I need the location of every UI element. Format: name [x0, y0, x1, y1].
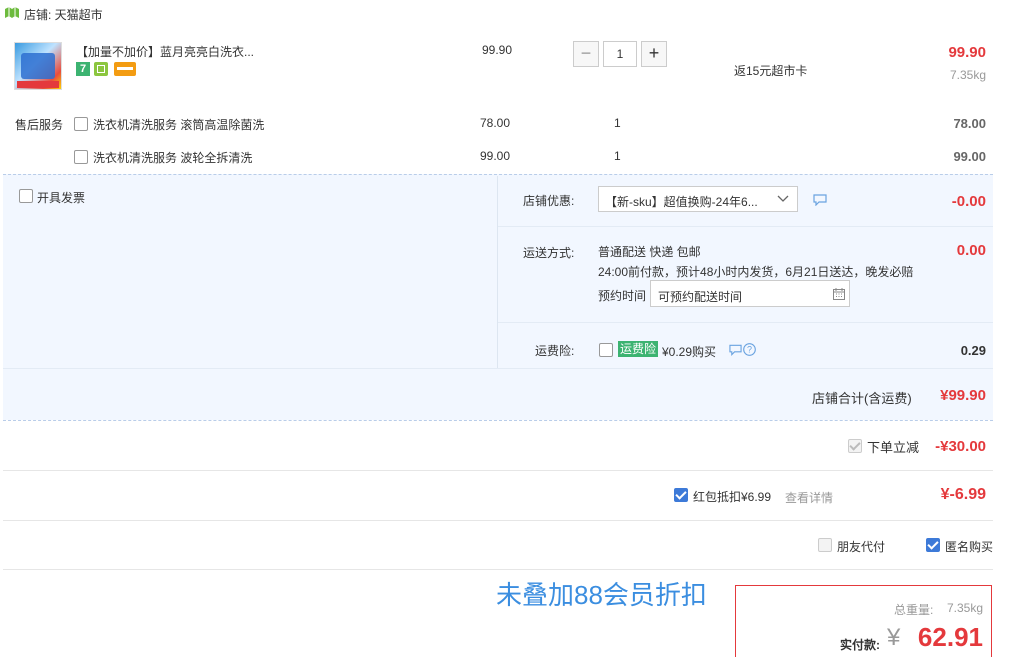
card-icon[interactable]	[114, 62, 136, 76]
redpacket-amount: ¥-6.99	[940, 486, 986, 503]
help-icon[interactable]: ?	[743, 343, 756, 356]
delivery-detail: 24:00前付款，预计48小时内发货，6月21日送达，晚发必赔	[598, 265, 914, 279]
svg-text:?: ?	[747, 345, 752, 355]
discount-select[interactable]: 【新-sku】超值换购-24年6...	[598, 186, 798, 212]
seven-day-return-icon[interactable]: 7	[76, 62, 90, 76]
calendar-icon	[833, 288, 845, 300]
message-icon[interactable]	[813, 194, 827, 206]
product-weight: 7.35kg	[949, 68, 986, 82]
service-checkbox[interactable]	[74, 150, 88, 164]
payment-summary: 总重量: 7.35kg 实付款: ¥ 62.91	[735, 585, 992, 657]
insurance-label: 运费险:	[535, 344, 575, 358]
product-subtotal: 99.90	[948, 44, 986, 61]
delivery-amount: 0.00	[956, 242, 986, 259]
insurance-text: ¥0.29购买	[662, 345, 717, 359]
insurance-tag: 运费险	[618, 341, 659, 357]
appointment-label: 预约时间	[598, 289, 647, 303]
insurance-checkbox[interactable]	[599, 343, 613, 357]
friend-pay-label: 朋友代付	[837, 540, 886, 554]
service-name: 洗衣机清洗服务 滚筒高温除菌洗	[93, 118, 265, 132]
product-unit-price: 99.90	[482, 43, 513, 57]
friend-pay-checkbox[interactable]	[818, 538, 832, 552]
increase-quantity-button[interactable]: +	[641, 41, 667, 67]
product-image[interactable]	[14, 42, 62, 90]
redpacket-checkbox[interactable]	[674, 488, 688, 502]
decrease-quantity-button[interactable]: −	[573, 41, 599, 67]
rebate-text: 返15元超市卡	[734, 64, 808, 78]
invoice-checkbox[interactable]	[19, 189, 33, 203]
product-title[interactable]: 【加量不加价】蓝月亮亮白洗衣...	[76, 43, 254, 60]
service-qty: 1	[614, 116, 621, 130]
services-label: 售后服务	[15, 118, 64, 132]
instant-discount-amount: -¥30.00	[935, 438, 986, 455]
anonymous-checkbox[interactable]	[926, 538, 940, 552]
service-price: 78.00	[480, 116, 511, 130]
pay-currency: ¥	[887, 624, 901, 651]
tmall-shop-icon	[5, 7, 19, 18]
service-total: 78.00	[953, 116, 986, 131]
service-price: 99.00	[480, 149, 511, 163]
pay-label: 实付款:	[840, 638, 880, 652]
shop-total-amount: ¥99.90	[940, 387, 986, 404]
service-checkbox[interactable]	[74, 117, 88, 131]
service-name: 洗衣机清洗服务 波轮全拆清洗	[93, 151, 253, 165]
total-weight-label: 总重量:	[894, 603, 934, 617]
discount-label: 店铺优惠:	[523, 194, 575, 208]
delivery-label: 运送方式:	[523, 246, 575, 260]
shop-total-label: 店铺合计(含运费)	[812, 391, 912, 406]
anonymous-label: 匿名购买	[945, 540, 994, 554]
appointment-placeholder: 可预约配送时间	[658, 290, 743, 304]
message-icon[interactable]	[729, 344, 742, 356]
invoice-label: 开具发票	[37, 191, 86, 205]
member-discount-annotation: 未叠加88会员折扣	[496, 580, 707, 610]
pay-amount: 62.91	[917, 622, 983, 652]
instant-discount-label: 下单立减	[867, 440, 920, 455]
instant-discount-checkbox[interactable]	[848, 439, 862, 453]
total-weight: 7.35kg	[946, 601, 983, 615]
appointment-time-input[interactable]: 可预约配送时间	[650, 280, 850, 307]
quantity-stepper: − +	[573, 41, 669, 69]
discount-amount: -0.00	[951, 193, 986, 210]
discount-select-value: 【新-sku】超值换购-24年6...	[605, 195, 758, 209]
service-total: 99.00	[953, 149, 986, 164]
chevron-down-icon	[777, 195, 789, 202]
redpacket-details-link[interactable]: 查看详情	[785, 489, 833, 506]
redpacket-label: 红包抵扣¥6.99	[693, 490, 772, 504]
delivery-method: 普通配送 快递 包邮	[598, 245, 701, 259]
shop-name[interactable]: 店铺: 天猫超市	[24, 6, 103, 23]
insurance-amount: 0.29	[960, 343, 986, 358]
service-qty: 1	[614, 149, 621, 163]
gift-icon[interactable]	[94, 62, 108, 76]
quantity-input[interactable]	[603, 41, 637, 67]
